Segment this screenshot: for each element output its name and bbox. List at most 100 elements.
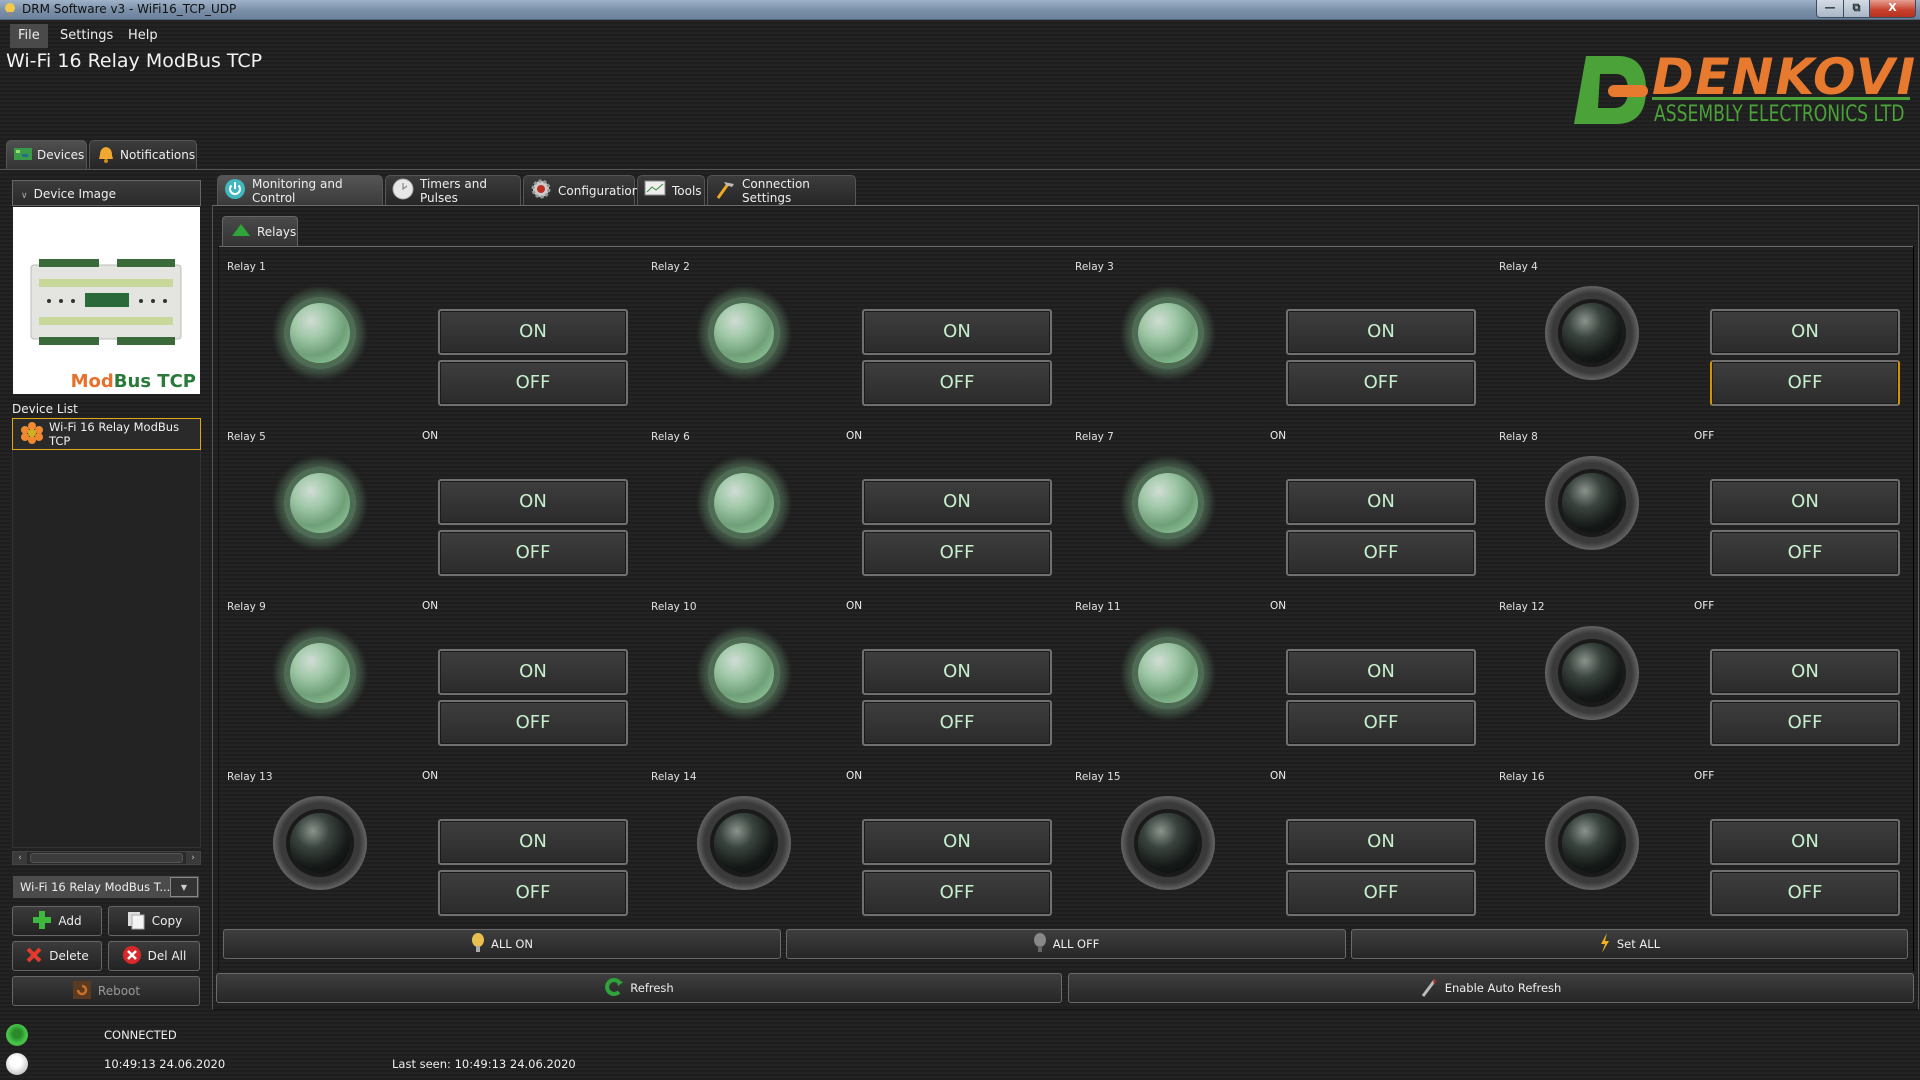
device-flower-icon	[21, 421, 43, 447]
add-button[interactable]: Add	[12, 906, 102, 936]
tools-chart-icon	[644, 180, 666, 201]
relay-on-button[interactable]: ON	[1710, 649, 1900, 695]
relay-off-button[interactable]: OFF	[862, 870, 1052, 916]
circuit-board-icon	[13, 146, 33, 165]
scroll-left-icon[interactable]: ‹	[13, 852, 27, 864]
relay-label: Relay 10	[651, 601, 697, 613]
relay-off-button[interactable]: OFF	[438, 360, 628, 406]
plus-icon	[32, 910, 52, 933]
copy-icon	[126, 910, 146, 933]
menu-help[interactable]: Help	[120, 24, 166, 48]
menu-file[interactable]: File	[10, 24, 48, 48]
relay-indicator-lamp-icon	[273, 626, 367, 720]
set-all-button[interactable]: Set ALL	[1351, 929, 1908, 959]
device-list-scrollbar[interactable]: ‹ ›	[12, 851, 201, 865]
relay-on-button[interactable]: ON	[438, 819, 628, 865]
enable-auto-refresh-button[interactable]: Enable Auto Refresh	[1068, 973, 1914, 1003]
device-list-item-label: Wi-Fi 16 Relay ModBus TCP	[49, 420, 180, 448]
relay-on-button[interactable]: ON	[1710, 309, 1900, 355]
relay-8: Relay 8 ON OFF OFF	[1490, 422, 1914, 612]
tab-configuration[interactable]: Configuration	[523, 175, 639, 205]
tab-connection-settings[interactable]: Connection Settings	[707, 175, 856, 205]
add-button-label: Add	[58, 914, 82, 928]
relay-on-button[interactable]: ON	[862, 309, 1052, 355]
tab-devices-label: Devices	[37, 148, 85, 162]
relay-on-button[interactable]: ON	[862, 819, 1052, 865]
relay-on-button[interactable]: ON	[1710, 479, 1900, 525]
chevron-down-icon: ∨	[21, 191, 28, 201]
relay-on-button[interactable]: ON	[1286, 309, 1476, 355]
restore-button[interactable]: ⧉	[1843, 0, 1870, 18]
relay-off-button[interactable]: OFF	[1710, 530, 1900, 576]
relay-indicator-lamp-icon	[1545, 286, 1639, 380]
device-list-label: Device List	[12, 402, 78, 416]
relay-off-button[interactable]: OFF	[1286, 870, 1476, 916]
copy-button[interactable]: Copy	[108, 906, 200, 936]
relay-off-button[interactable]: OFF	[1286, 700, 1476, 746]
relay-15: Relay 15ONOFFOFF	[1066, 762, 1490, 952]
status-time: 10:49:13 24.06.2020	[104, 1057, 226, 1071]
device-list[interactable]	[12, 418, 201, 848]
logo-brand: DENKOVI	[1652, 48, 1918, 106]
relay-on-button[interactable]: ON	[1286, 649, 1476, 695]
reboot-button-label: Reboot	[97, 984, 141, 998]
relay-off-button[interactable]: OFF	[862, 700, 1052, 746]
delete-all-button[interactable]: Del All	[108, 941, 200, 971]
tab-devices[interactable]: Devices	[6, 140, 87, 169]
scrollbar-thumb[interactable]	[30, 853, 183, 863]
delete-all-button-label: Del All	[147, 949, 187, 963]
relay-label: Relay 11	[1075, 601, 1121, 613]
delete-button[interactable]: Delete	[12, 941, 102, 971]
copy-button-label: Copy	[151, 914, 183, 928]
relay-off-button[interactable]: OFF	[438, 700, 628, 746]
menu-settings[interactable]: Settings	[52, 24, 121, 48]
relay-off-button[interactable]: OFF	[862, 360, 1052, 406]
relay-off-button[interactable]: OFF	[862, 530, 1052, 576]
relay-on-button[interactable]: ON	[438, 649, 628, 695]
all-on-button[interactable]: ALL ON	[223, 929, 781, 959]
tab-tools[interactable]: Tools	[637, 175, 705, 205]
lightbulb-on-icon	[471, 932, 485, 957]
relay-on-button[interactable]: ON	[1286, 479, 1476, 525]
relay-off-button[interactable]: OFF	[1286, 530, 1476, 576]
minimize-button[interactable]: —	[1816, 0, 1844, 18]
relay-off-button[interactable]: OFF	[1710, 360, 1900, 406]
dropdown-arrow-icon[interactable]: ▼	[170, 877, 198, 897]
refresh-button[interactable]: Refresh	[216, 973, 1062, 1003]
relay-off-button[interactable]: OFF	[1710, 870, 1900, 916]
relay-off-button[interactable]: OFF	[438, 870, 628, 916]
device-image-header[interactable]: ∨ Device Image	[12, 180, 201, 206]
relay-on-button[interactable]: ON	[1286, 819, 1476, 865]
relay-10: Relay 10 ON OFF ON	[642, 592, 1066, 782]
relay-off-button[interactable]: OFF	[1286, 360, 1476, 406]
relay-off-button[interactable]: OFF	[1710, 700, 1900, 746]
close-button[interactable]: X	[1869, 0, 1916, 18]
tab-timers-and-pulses[interactable]: Timers and Pulses	[385, 175, 521, 205]
subtab-relays[interactable]: Relays	[222, 216, 298, 246]
relay-module-picture-icon	[30, 259, 182, 345]
relay-off-button[interactable]: OFF	[438, 530, 628, 576]
relay-label: Relay 3	[1075, 261, 1114, 273]
relay-on-button[interactable]: ON	[438, 309, 628, 355]
device-list-item[interactable]: Wi-Fi 16 Relay ModBus TCP	[12, 418, 201, 450]
relay-label: Relay 8	[1499, 431, 1538, 443]
relay-on-button[interactable]: ON	[862, 479, 1052, 525]
relay-on-button[interactable]: ON	[438, 479, 628, 525]
tab-monitoring-and-control[interactable]: Monitoring and Control	[217, 175, 383, 205]
window-title-bar[interactable]: DRM Software v3 - WiFi16_TCP_UDP — ⧉ X	[0, 0, 1920, 20]
reboot-button[interactable]: Reboot	[12, 976, 200, 1006]
relay-12: Relay 12 ON OFF OFF	[1490, 592, 1914, 782]
device-select[interactable]: Wi-Fi 16 Relay ModBus T... ▼	[12, 875, 200, 899]
scroll-right-icon[interactable]: ›	[186, 852, 200, 864]
relay-on-button[interactable]: ON	[1710, 819, 1900, 865]
relay-16: Relay 16ONOFFOFF	[1490, 762, 1914, 952]
relay-indicator-lamp-icon	[1121, 456, 1215, 550]
relay-indicator-lamp-icon	[1545, 456, 1639, 550]
relay-2: Relay 2 ON OFF ON	[642, 252, 1066, 442]
relay-on-button[interactable]: ON	[862, 649, 1052, 695]
all-off-button[interactable]: ALL OFF	[786, 929, 1346, 959]
tab-notifications[interactable]: Notifications	[89, 140, 197, 169]
relay-label: Relay 16	[1499, 771, 1545, 783]
window-title: DRM Software v3 - WiFi16_TCP_UDP	[22, 2, 237, 16]
relay-label: Relay 7	[1075, 431, 1114, 443]
